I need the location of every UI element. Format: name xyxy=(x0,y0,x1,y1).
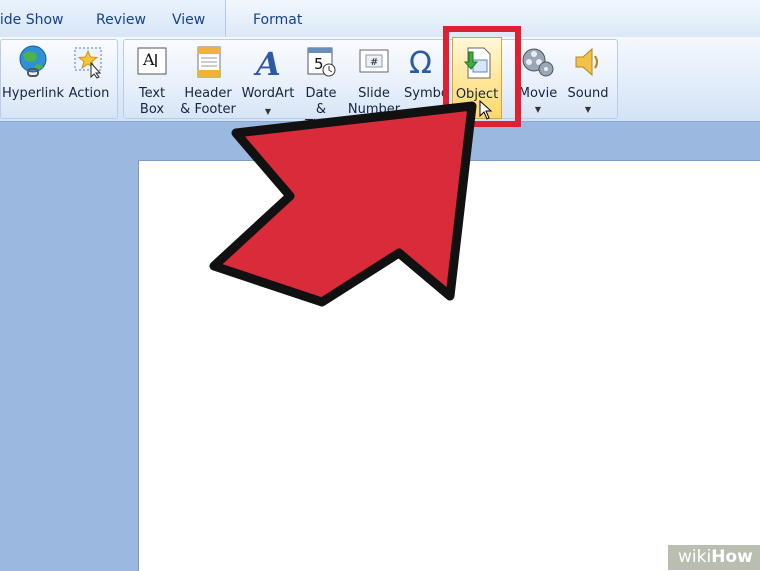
action-button[interactable]: Action xyxy=(66,37,112,117)
slide-workspace xyxy=(0,122,760,571)
slide-canvas[interactable] xyxy=(138,160,760,571)
hyperlink-button[interactable]: Hyperlink xyxy=(0,37,66,117)
slide-number-icon: # xyxy=(359,49,389,73)
action-label: Action xyxy=(68,86,110,101)
speaker-icon xyxy=(575,47,598,77)
movie-label: Movie xyxy=(518,86,558,101)
sound-dropdown-arrow: ▼ xyxy=(584,105,592,114)
svg-text:Ω: Ω xyxy=(409,46,432,79)
date-time-button[interactable]: 5 Date & Time xyxy=(298,37,344,133)
slide-number-button[interactable]: # Slide Number xyxy=(347,37,401,117)
svg-text:5: 5 xyxy=(314,55,324,73)
insert-ribbon: Hyperlink Action A Text Box Header & Foo… xyxy=(0,37,760,133)
svg-text:#: # xyxy=(370,57,378,68)
svg-text:A: A xyxy=(253,45,281,79)
hyperlink-label: Hyperlink xyxy=(1,86,65,101)
calendar-clock-icon: 5 xyxy=(307,47,336,77)
slide-number-label: Slide Number xyxy=(347,86,401,117)
tab-view[interactable]: View xyxy=(172,12,205,28)
symbol-label: Symbol xyxy=(404,86,446,101)
text-box-button[interactable]: A Text Box xyxy=(128,37,176,117)
wordart-button[interactable]: A WordArt ▼ xyxy=(238,37,298,117)
action-star-cursor-icon xyxy=(74,47,102,79)
omega-symbol-icon: Ω xyxy=(409,46,432,79)
text-box-label: Text Box xyxy=(138,86,166,117)
wordart-label: WordArt xyxy=(241,86,295,101)
movie-dropdown-arrow: ▼ xyxy=(534,105,542,114)
wordart-icon: A xyxy=(253,45,281,79)
ribbon-tab-bar: lide Show Review View Format xyxy=(0,0,760,38)
globe-link-icon xyxy=(19,45,47,77)
sound-label: Sound xyxy=(567,86,609,101)
sound-button[interactable]: Sound ▼ xyxy=(562,37,614,117)
tab-review[interactable]: Review xyxy=(96,12,146,28)
symbol-button[interactable]: Ω Symbol xyxy=(400,37,446,117)
header-footer-button[interactable]: Header & Footer ▼ xyxy=(178,37,238,130)
wordart-dropdown-arrow: ▼ xyxy=(264,107,272,116)
tab-format[interactable]: Format xyxy=(253,12,302,28)
header-footer-page-icon xyxy=(197,46,221,78)
movie-button[interactable]: Movie ▼ xyxy=(514,37,562,117)
wikihow-watermark: wikiHow xyxy=(668,545,760,570)
film-reel-icon xyxy=(522,48,554,77)
header-footer-label: Header & Footer xyxy=(180,86,236,117)
tab-slide-show[interactable]: lide Show xyxy=(0,12,64,28)
text-box-icon: A xyxy=(137,47,167,75)
object-highlight-box xyxy=(443,26,521,127)
svg-text:A: A xyxy=(142,50,155,69)
